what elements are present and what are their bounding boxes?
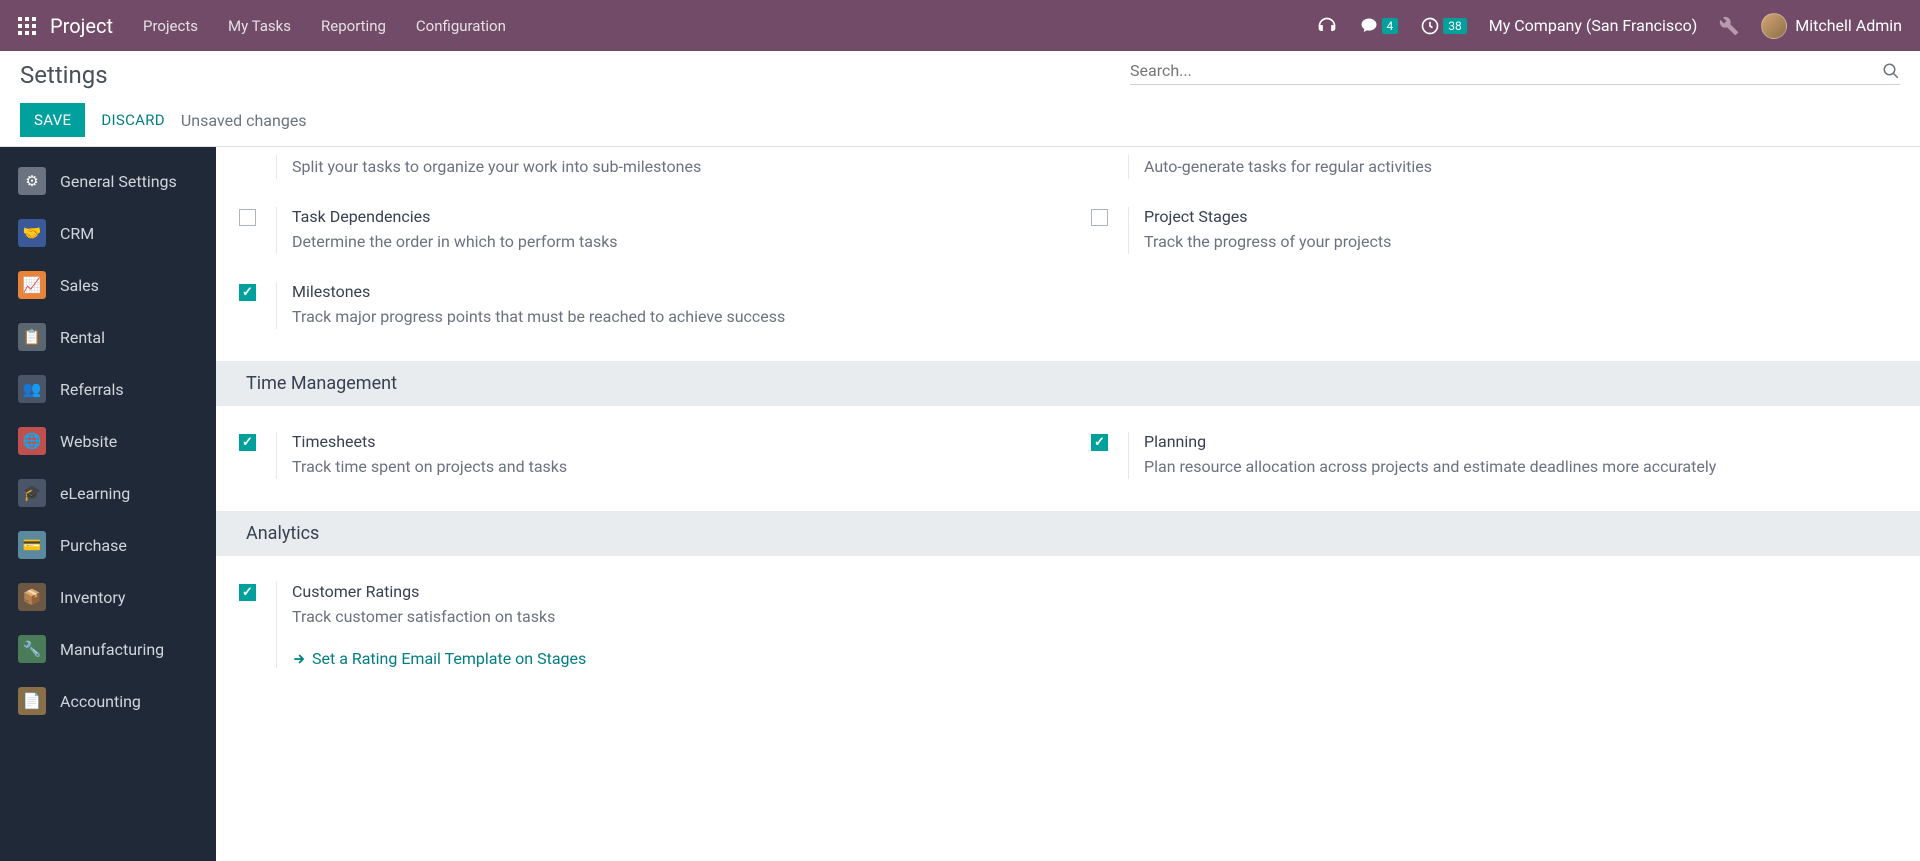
setting-name: Project Stages	[1144, 207, 1900, 226]
sidebar-item-label: General Settings	[60, 172, 177, 191]
setting-name: Timesheets	[292, 432, 1048, 451]
debug-icon[interactable]	[1719, 16, 1739, 36]
control-panel: Settings SAVE DISCARD Unsaved changes	[0, 51, 1920, 147]
sidebar-item-label: CRM	[60, 224, 94, 243]
save-button[interactable]: SAVE	[20, 103, 85, 137]
user-name: Mitchell Admin	[1795, 16, 1902, 35]
sidebar-item-general-settings[interactable]: ⚙ General Settings	[0, 155, 216, 207]
activities-icon[interactable]: 38	[1420, 16, 1467, 36]
sidebar-item-label: eLearning	[60, 484, 130, 503]
section-analytics: Analytics	[216, 511, 1920, 556]
setting-desc: Determine the order in which to perform …	[292, 230, 1048, 254]
messages-icon[interactable]: 4	[1359, 17, 1399, 35]
search-input[interactable]	[1130, 61, 1882, 80]
apps-icon[interactable]	[18, 17, 36, 35]
checkbox-project-stages[interactable]	[1091, 209, 1108, 226]
sidebar-item-referrals[interactable]: 👥 Referrals	[0, 363, 216, 415]
sidebar-item-label: Rental	[60, 328, 105, 347]
avatar	[1761, 13, 1787, 39]
setting-desc: Track customer satisfaction on tasks	[292, 605, 1048, 629]
search-box[interactable]	[1130, 61, 1900, 85]
arrow-right-icon	[292, 652, 306, 666]
setting-desc: Split your tasks to organize your work i…	[292, 155, 1048, 179]
module-icon: 🎓	[18, 479, 46, 507]
setting-name: Task Dependencies	[292, 207, 1048, 226]
unsaved-changes-label: Unsaved changes	[181, 111, 307, 130]
sidebar-item-label: Sales	[60, 276, 99, 295]
checkbox-customer-ratings[interactable]	[239, 584, 256, 601]
sidebar-item-label: Accounting	[60, 692, 141, 711]
module-icon: 💳	[18, 531, 46, 559]
section-time-management: Time Management	[216, 361, 1920, 406]
sidebar-item-rental[interactable]: 📋 Rental	[0, 311, 216, 363]
company-switcher[interactable]: My Company (San Francisco)	[1489, 16, 1698, 35]
sidebar-item-accounting[interactable]: 📄 Accounting	[0, 675, 216, 727]
module-icon: 🔧	[18, 635, 46, 663]
checkbox-milestones[interactable]	[239, 284, 256, 301]
messages-badge: 4	[1382, 18, 1399, 34]
module-icon: 📦	[18, 583, 46, 611]
voip-icon[interactable]	[1317, 16, 1337, 36]
setting-desc: Track major progress points that must be…	[292, 305, 1048, 329]
activities-badge: 38	[1443, 18, 1467, 34]
sidebar-item-crm[interactable]: 🤝 CRM	[0, 207, 216, 259]
sidebar-item-website[interactable]: 🌐 Website	[0, 415, 216, 467]
rating-email-template-link[interactable]: Set a Rating Email Template on Stages	[292, 649, 1048, 668]
discard-button[interactable]: DISCARD	[101, 111, 165, 129]
sidebar-item-label: Purchase	[60, 536, 127, 555]
sidebar-item-label: Manufacturing	[60, 640, 164, 659]
sidebar-item-label: Referrals	[60, 380, 124, 399]
setting-desc: Plan resource allocation across projects…	[1144, 455, 1900, 479]
sidebar-item-inventory[interactable]: 📦 Inventory	[0, 571, 216, 623]
module-icon: 🤝	[18, 219, 46, 247]
sidebar-item-elearning[interactable]: 🎓 eLearning	[0, 467, 216, 519]
menu-configuration[interactable]: Configuration	[416, 17, 506, 35]
sidebar-item-label: Website	[60, 432, 117, 451]
sidebar-item-label: Inventory	[60, 588, 126, 607]
menu-my-tasks[interactable]: My Tasks	[228, 17, 291, 35]
checkbox-timesheets[interactable]	[239, 434, 256, 451]
module-icon: 📋	[18, 323, 46, 351]
top-navbar: Project Projects My Tasks Reporting Conf…	[0, 0, 1920, 51]
user-menu[interactable]: Mitchell Admin	[1761, 13, 1902, 39]
module-icon: 📄	[18, 687, 46, 715]
checkbox-planning[interactable]	[1091, 434, 1108, 451]
setting-name: Customer Ratings	[292, 582, 1048, 601]
search-icon[interactable]	[1882, 62, 1900, 80]
app-brand[interactable]: Project	[50, 14, 113, 38]
sidebar-item-manufacturing[interactable]: 🔧 Manufacturing	[0, 623, 216, 675]
setting-desc: Track time spent on projects and tasks	[292, 455, 1048, 479]
setting-desc: Auto-generate tasks for regular activiti…	[1144, 155, 1900, 179]
sidebar-item-sales[interactable]: 📈 Sales	[0, 259, 216, 311]
settings-sidebar: ⚙ General Settings 🤝 CRM 📈 Sales 📋 Rental 👥 Refer…	[0, 147, 216, 861]
menu-reporting[interactable]: Reporting	[321, 17, 386, 35]
module-icon: 📈	[18, 271, 46, 299]
setting-desc: Track the progress of your projects	[1144, 230, 1900, 254]
menu-projects[interactable]: Projects	[143, 17, 198, 35]
module-icon: ⚙	[18, 167, 46, 195]
settings-content: Split your tasks to organize your work i…	[216, 147, 1920, 861]
sidebar-item-purchase[interactable]: 💳 Purchase	[0, 519, 216, 571]
setting-name: Planning	[1144, 432, 1900, 451]
module-icon: 🌐	[18, 427, 46, 455]
setting-name: Milestones	[292, 282, 1048, 301]
link-label: Set a Rating Email Template on Stages	[312, 649, 586, 668]
module-icon: 👥	[18, 375, 46, 403]
checkbox-task-dependencies[interactable]	[239, 209, 256, 226]
page-title: Settings	[20, 61, 108, 89]
